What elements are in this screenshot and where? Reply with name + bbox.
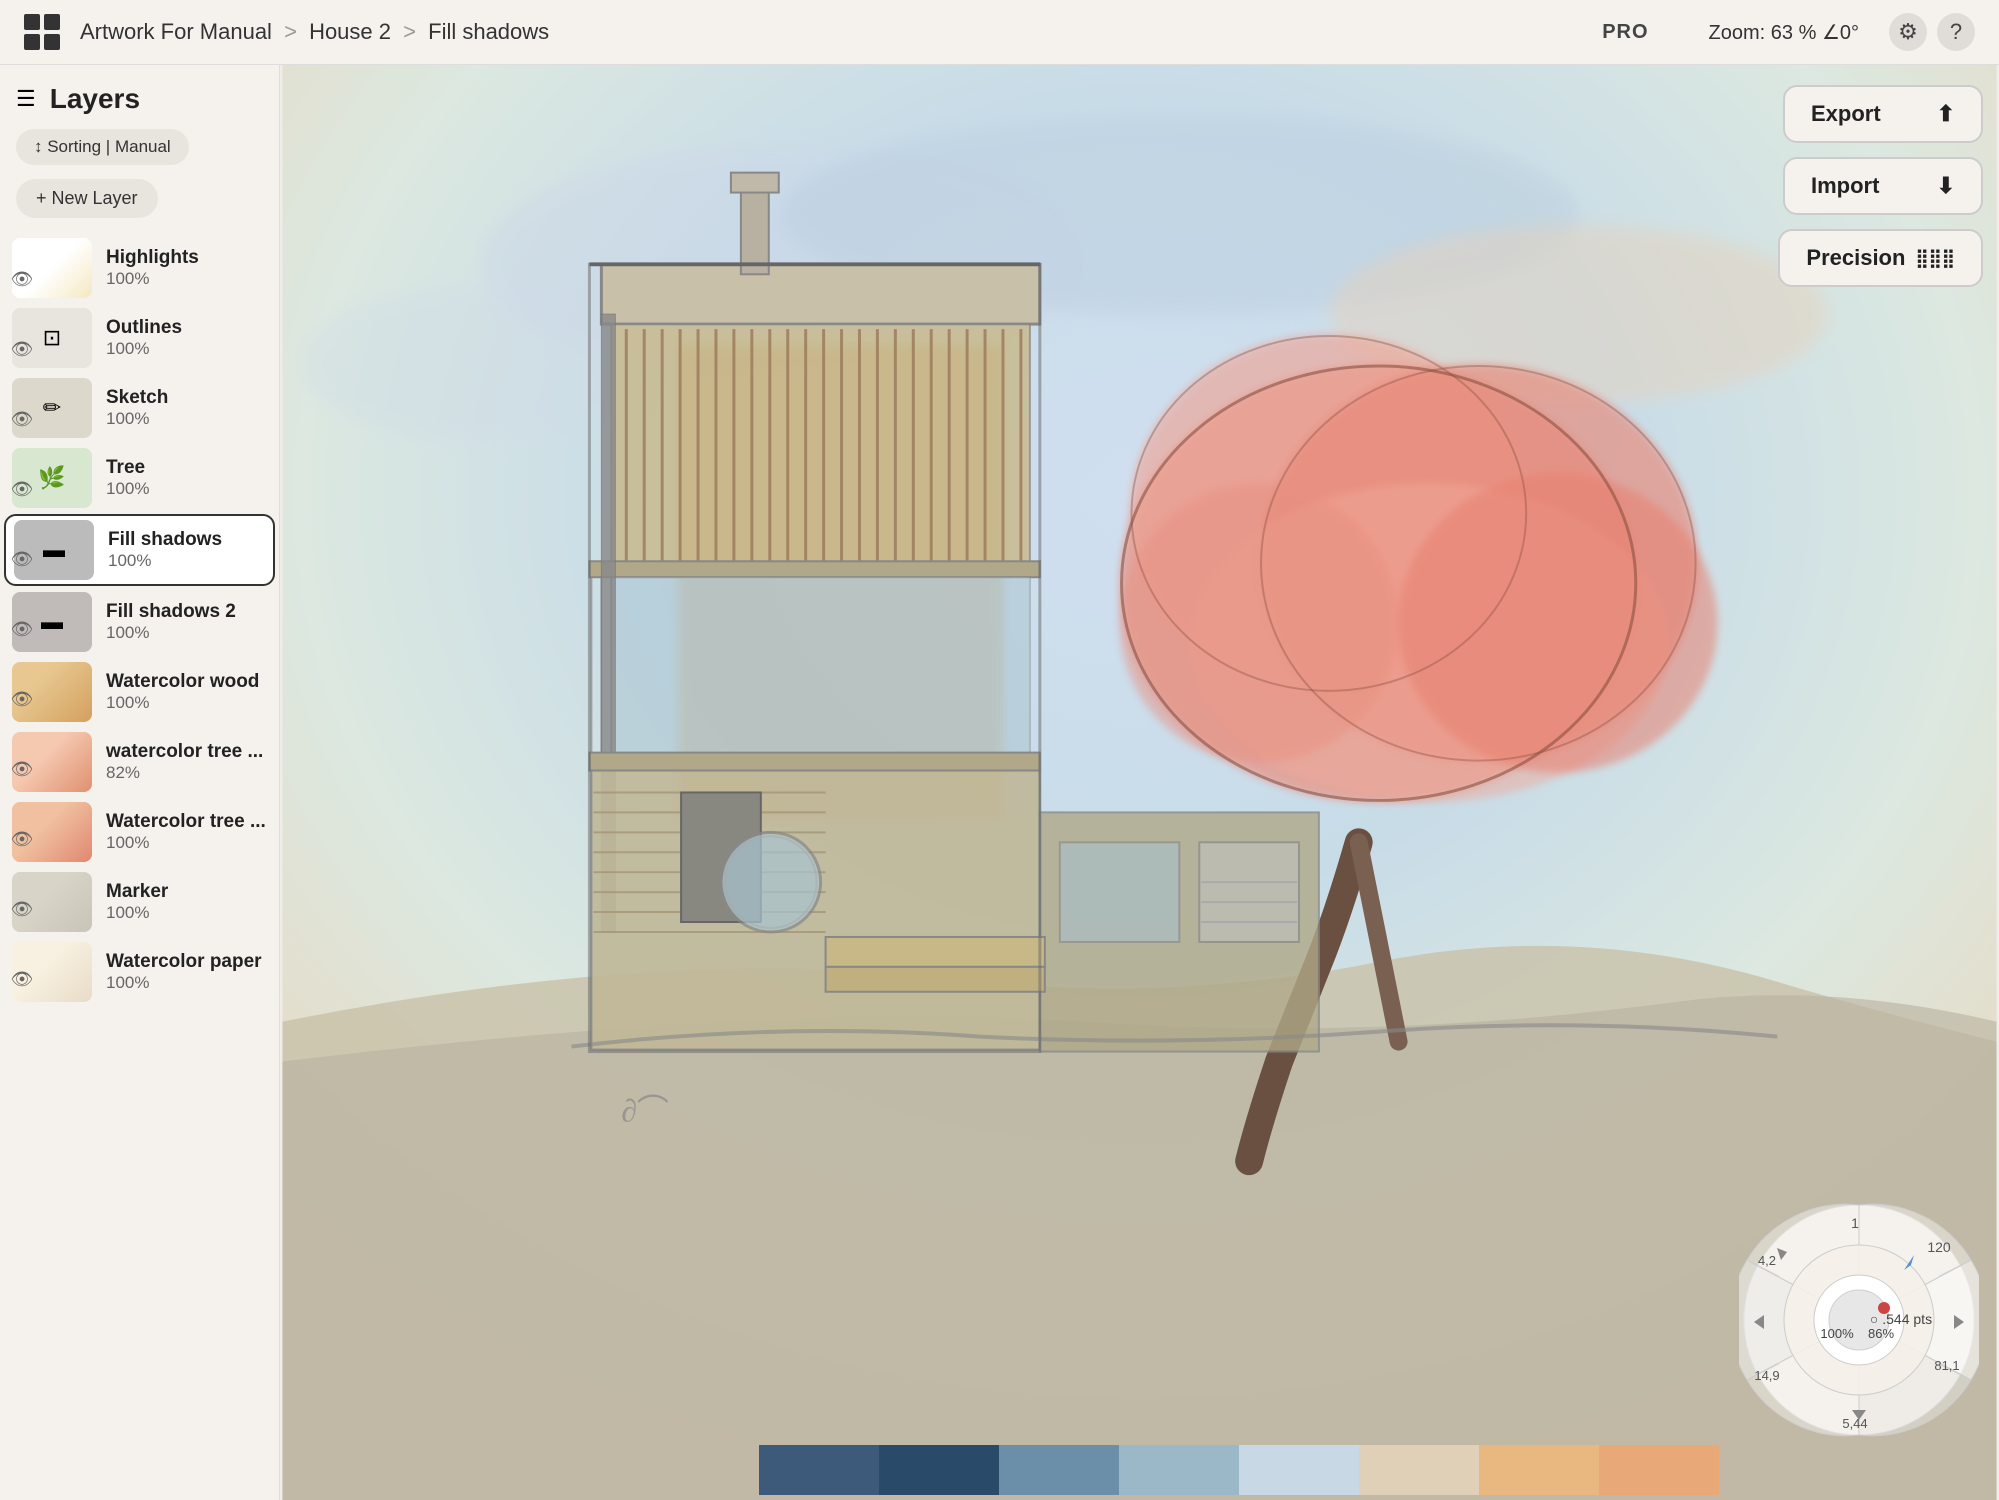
breadcrumb-sep1: > <box>284 19 297 44</box>
layer-info: Watercolor wood100% <box>106 671 275 713</box>
layer-info: Watercolor tree ...100% <box>106 811 275 853</box>
color-swatch-4[interactable] <box>1119 1445 1239 1495</box>
svg-text:∂⌒: ∂⌒ <box>621 1093 669 1128</box>
settings-icon[interactable]: ⚙ <box>1889 13 1927 51</box>
layer-name: Highlights <box>106 247 275 269</box>
layer-info: Sketch100% <box>106 387 275 429</box>
layer-info: watercolor tree ...82% <box>106 741 275 783</box>
layer-opacity: 100% <box>108 551 273 571</box>
eye-toggle-icon[interactable]: 👁 <box>0 525 44 593</box>
color-swatch-1[interactable] <box>759 1445 879 1495</box>
layer-name: Marker <box>106 881 275 903</box>
layer-item[interactable]: 👁Marker100% <box>4 868 275 936</box>
layer-opacity: 100% <box>106 623 275 643</box>
layer-info: Fill shadows100% <box>108 529 273 571</box>
layer-opacity: 100% <box>106 903 275 923</box>
layer-opacity: 100% <box>106 479 275 499</box>
svg-text:4,2: 4,2 <box>1758 1253 1776 1268</box>
eye-toggle-icon[interactable]: 👁 <box>0 315 44 383</box>
layer-name: Sketch <box>106 387 275 409</box>
precision-grid-icon: ⣿⣿⣿ <box>1915 248 1955 269</box>
layer-opacity: 100% <box>106 339 275 359</box>
color-swatch-2[interactable] <box>879 1445 999 1495</box>
layer-opacity: 100% <box>106 693 275 713</box>
header-bar: Artwork For Manual > House 2 > Fill shad… <box>0 0 1999 65</box>
layer-item[interactable]: 👁▬Fill shadows100% <box>4 514 275 586</box>
layer-opacity: 100% <box>106 833 275 853</box>
layer-item[interactable]: 👁Watercolor wood100% <box>4 658 275 726</box>
color-swatch-7[interactable] <box>1479 1445 1599 1495</box>
svg-text:14,9: 14,9 <box>1754 1368 1779 1383</box>
layers-title: Layers <box>50 83 140 115</box>
layer-opacity: 100% <box>106 973 275 993</box>
pro-badge: PRO <box>1602 21 1648 44</box>
layer-name: Fill shadows <box>108 529 273 551</box>
svg-text:120: 120 <box>1927 1239 1951 1255</box>
layer-info: Watercolor paper100% <box>106 951 275 993</box>
layer-item[interactable]: 👁🌿Tree100% <box>4 444 275 512</box>
eye-toggle-icon[interactable]: 👁 <box>0 595 44 663</box>
color-swatch-5[interactable] <box>1239 1445 1359 1495</box>
layer-info: Tree100% <box>106 457 275 499</box>
breadcrumb-sep2: > <box>403 19 416 44</box>
layer-item[interactable]: 👁watercolor tree ...82% <box>4 728 275 796</box>
layer-item[interactable]: 👁✏Sketch100% <box>4 374 275 442</box>
layer-name: watercolor tree ... <box>106 741 275 763</box>
layer-opacity: 82% <box>106 763 275 783</box>
eye-toggle-icon[interactable]: 👁 <box>0 945 44 1013</box>
export-button[interactable]: Export ⬆ <box>1783 85 1983 143</box>
eye-toggle-icon[interactable]: 👁 <box>0 875 44 943</box>
layer-info: Marker100% <box>106 881 275 923</box>
color-palette <box>560 1440 1999 1500</box>
layer-name: Outlines <box>106 317 275 339</box>
breadcrumb-part2[interactable]: House 2 <box>309 19 391 44</box>
layer-opacity: 100% <box>106 269 275 289</box>
layer-name: Watercolor paper <box>106 951 275 973</box>
layer-name: Tree <box>106 457 275 479</box>
layer-opacity: 100% <box>106 409 275 429</box>
color-swatch-8[interactable] <box>1599 1445 1719 1495</box>
svg-text:100%: 100% <box>1820 1326 1854 1341</box>
breadcrumb: Artwork For Manual > House 2 > Fill shad… <box>80 19 841 45</box>
precision-wheel[interactable]: 1 120 81,1 5,44 14,9 4,2 ○ .544 pts 100%… <box>1739 1200 1979 1440</box>
layer-name: Fill shadows 2 <box>106 601 275 623</box>
export-label: Export <box>1811 101 1881 127</box>
layer-name: Watercolor wood <box>106 671 275 693</box>
layer-info: Outlines100% <box>106 317 275 359</box>
eye-toggle-icon[interactable]: 👁 <box>0 735 44 803</box>
eye-toggle-icon[interactable]: 👁 <box>0 665 44 733</box>
export-icon: ⬆ <box>1937 101 1955 127</box>
layer-info: Highlights100% <box>106 247 275 289</box>
layer-item[interactable]: 👁Highlights100% <box>4 234 275 302</box>
svg-text:81,1: 81,1 <box>1934 1358 1959 1373</box>
breadcrumb-part3[interactable]: Fill shadows <box>428 19 549 44</box>
app-grid-icon[interactable] <box>24 14 60 50</box>
precision-button[interactable]: Precision ⣿⣿⣿ <box>1778 229 1983 287</box>
layer-item[interactable]: 👁▬Fill shadows 2100% <box>4 588 275 656</box>
eye-toggle-icon[interactable]: 👁 <box>0 245 44 313</box>
eye-toggle-icon[interactable]: 👁 <box>0 385 44 453</box>
help-icon[interactable]: ? <box>1937 13 1975 51</box>
layer-info: Fill shadows 2100% <box>106 601 275 643</box>
svg-text:5,44: 5,44 <box>1842 1416 1867 1431</box>
new-layer-section: + New Layer <box>16 179 263 218</box>
svg-text:1: 1 <box>1851 1215 1859 1231</box>
svg-text:86%: 86% <box>1868 1326 1894 1341</box>
color-swatch-3[interactable] <box>999 1445 1119 1495</box>
svg-text:○ .544 pts: ○ .544 pts <box>1870 1311 1932 1327</box>
breadcrumb-part1[interactable]: Artwork For Manual <box>80 19 272 44</box>
zoom-info: Zoom: 63 % ∠0° <box>1709 20 1859 45</box>
layer-item[interactable]: 👁⊡Outlines100% <box>4 304 275 372</box>
right-panel: Export ⬆ Import ⬇ Precision ⣿⣿⣿ <box>1679 65 1999 307</box>
layer-item[interactable]: 👁Watercolor paper100% <box>4 938 275 1006</box>
import-label: Import <box>1811 173 1879 199</box>
eye-toggle-icon[interactable]: 👁 <box>0 455 44 523</box>
layer-item[interactable]: 👁Watercolor tree ...100% <box>4 798 275 866</box>
color-swatch-6[interactable] <box>1359 1445 1479 1495</box>
precision-label: Precision <box>1806 245 1905 271</box>
import-icon: ⬇ <box>1937 173 1955 199</box>
eye-toggle-icon[interactable]: 👁 <box>0 805 44 873</box>
layer-name: Watercolor tree ... <box>106 811 275 833</box>
import-button[interactable]: Import ⬇ <box>1783 157 1983 215</box>
